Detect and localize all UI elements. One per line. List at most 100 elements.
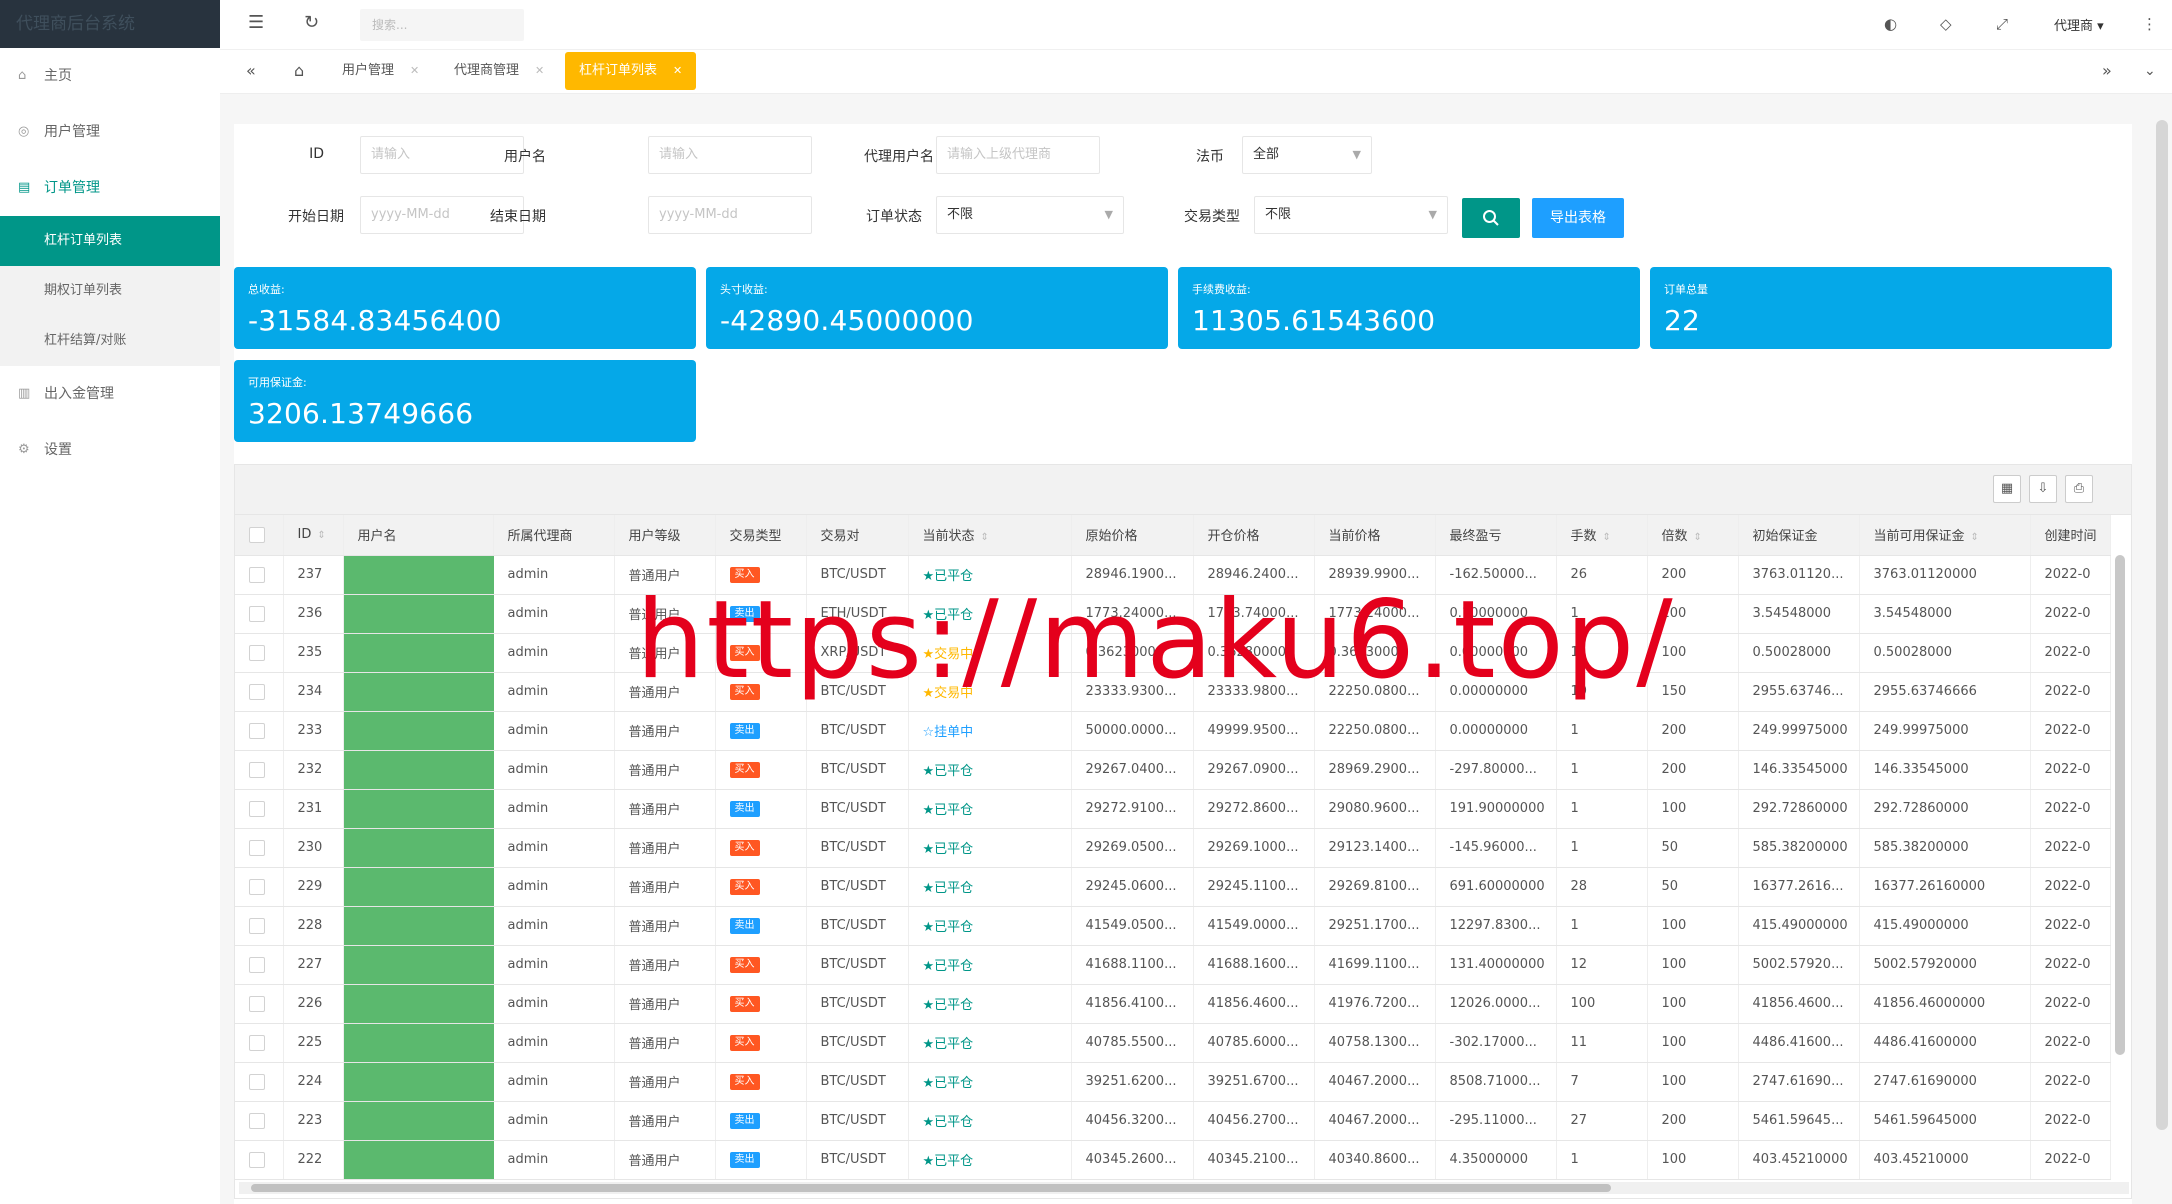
sidebar-subitem-leverage-orders[interactable]: 杠杆订单列表 [0, 216, 220, 266]
end-date-input[interactable]: yyyy-MM-dd [648, 196, 812, 234]
home-tab-icon[interactable]: ⌂ [294, 52, 304, 90]
table-row[interactable]: 232 admin 普通用户 买入 BTC/USDT ★已平仓 29267.0400... 2… [235, 750, 2111, 790]
sidebar-item-orders[interactable]: ▤ 订单管理 [0, 160, 220, 216]
sidebar-item-home[interactable]: ⌂ 主页 [0, 48, 220, 104]
table-row[interactable]: 222 admin 普通用户 卖出 BTC/USDT ★已平仓 40345.2600... 4… [235, 1140, 2111, 1180]
chevron-down-icon: ▼ [1428, 208, 1437, 221]
table-row[interactable]: 228 admin 普通用户 卖出 BTC/USDT ★已平仓 41549.0500... 4… [235, 906, 2111, 946]
agent-username-input[interactable]: 请输入上级代理商 [936, 136, 1100, 174]
row-checkbox[interactable] [249, 761, 265, 778]
table-row[interactable]: 233 admin 普通用户 卖出 BTC/USDT ☆挂单中 50000.0000... 4… [235, 711, 2111, 751]
table-horizontal-scrollbar[interactable] [239, 1182, 2129, 1194]
col-available-margin[interactable]: 当前可用保证金 ⇕ [1859, 515, 2031, 556]
row-checkbox[interactable] [249, 683, 265, 700]
col-lots[interactable]: 手数 ⇕ [1556, 515, 1648, 556]
order-status-select[interactable]: 不限 ▼ [936, 196, 1124, 234]
col-id[interactable]: ID ⇕ [283, 515, 344, 556]
sort-icon[interactable]: ⇕ [1694, 532, 1702, 543]
table-row[interactable]: 230 admin 普通用户 买入 BTC/USDT ★已平仓 29269.0500... 2… [235, 828, 2111, 868]
cell-init: 292.72860000 [1738, 789, 1860, 829]
print-icon[interactable]: ⎙ [2065, 475, 2093, 503]
agent-user-menu[interactable]: 代理商 ▾ [2054, 15, 2104, 34]
sidebar-item-users[interactable]: ◎ 用户管理 [0, 104, 220, 160]
sort-icon[interactable]: ⇕ [981, 532, 989, 543]
col-multiplier[interactable]: 倍数 ⇕ [1647, 515, 1739, 556]
close-icon[interactable]: ✕ [410, 64, 419, 77]
row-checkbox[interactable] [249, 722, 265, 739]
search-button[interactable] [1462, 198, 1520, 238]
sort-icon[interactable]: ⇕ [317, 530, 325, 541]
refresh-icon[interactable]: ↻ [304, 12, 319, 33]
table-row[interactable]: 224 admin 普通用户 买入 BTC/USDT ★已平仓 39251.6200... 3… [235, 1062, 2111, 1102]
sort-icon[interactable]: ⇕ [1603, 532, 1611, 543]
table-row[interactable]: 235 admin 普通用户 买入 XRP/USDT ★交易中 0.36230000 0.36… [235, 633, 2111, 673]
cell-level: 普通用户 [614, 906, 716, 946]
scrollbar-thumb[interactable] [251, 1184, 1611, 1192]
row-checkbox[interactable] [249, 644, 265, 661]
row-checkbox[interactable] [249, 878, 265, 895]
theme-icon[interactable]: ◐ [1884, 15, 1897, 33]
table-row[interactable]: 229 admin 普通用户 买入 BTC/USDT ★已平仓 29245.0600... 2… [235, 867, 2111, 907]
table-row[interactable]: 234 admin 普通用户 买入 BTC/USDT ★交易中 23333.9300... 2… [235, 672, 2111, 712]
cell-created: 2022-0 [2030, 1101, 2111, 1141]
trade-type-select[interactable]: 不限 ▼ [1254, 196, 1448, 234]
cell-orig: 29267.0400... [1071, 750, 1194, 790]
row-checkbox[interactable] [249, 1112, 265, 1129]
col-status[interactable]: 当前状态 ⇕ [908, 515, 1072, 556]
export-table-button[interactable]: 导出表格 [1532, 198, 1624, 238]
sidebar-item-settings[interactable]: ⚙ 设置 [0, 422, 220, 478]
stat-value: 22 [1664, 304, 1701, 337]
cell-pnl: -295.11000... [1435, 1101, 1557, 1141]
cell-init: 3.54548000 [1738, 594, 1860, 634]
row-checkbox[interactable] [249, 1151, 265, 1168]
table-row[interactable]: 237 admin 普通用户 买入 BTC/USDT ★已平仓 28946.1900... 2… [235, 555, 2111, 595]
export-icon[interactable]: ⇩ [2029, 475, 2057, 503]
tag-icon[interactable]: ◇ [1940, 15, 1952, 33]
more-vertical-icon[interactable]: ⋮ [2142, 15, 2157, 33]
tabs-scroll-right-icon[interactable]: » [2102, 52, 2112, 90]
row-checkbox[interactable] [249, 917, 265, 934]
tab-leverage-orders[interactable]: 杠杆订单列表 ✕ [565, 52, 697, 90]
table-row[interactable]: 236 admin 普通用户 卖出 ETH/USDT ★已平仓 1773.24000... 1… [235, 594, 2111, 634]
table-row[interactable]: 226 admin 普通用户 买入 BTC/USDT ★已平仓 41856.4100... 4… [235, 984, 2111, 1024]
currency-select[interactable]: 全部 ▼ [1242, 136, 1372, 174]
cell-pair: BTC/USDT [806, 945, 909, 985]
row-checkbox[interactable] [249, 956, 265, 973]
columns-filter-icon[interactable]: ▦ [1993, 475, 2021, 503]
fullscreen-icon[interactable]: ⤢ [1996, 15, 2008, 33]
sidebar-subitem-leverage-settlement[interactable]: 杠杆结算/对账 [0, 316, 220, 366]
tabs-scroll-left-icon[interactable]: « [246, 52, 256, 90]
sidebar-item-funds[interactable]: ▥ 出入金管理 [0, 366, 220, 422]
cell-avail: 5461.59645000 [1859, 1101, 2031, 1141]
table-row[interactable]: 227 admin 普通用户 买入 BTC/USDT ★已平仓 41688.1100... 4… [235, 945, 2111, 985]
close-icon[interactable]: ✕ [673, 64, 682, 77]
table-vertical-scrollbar[interactable] [2115, 555, 2125, 1055]
menu-toggle-icon[interactable]: ☰ [248, 12, 264, 33]
page-vertical-scrollbar[interactable] [2156, 120, 2168, 1130]
cell-type: 卖出 [715, 711, 807, 751]
row-checkbox[interactable] [249, 1073, 265, 1090]
username-input[interactable]: 请输入 [648, 136, 812, 174]
row-checkbox[interactable] [249, 800, 265, 817]
top-search-input[interactable]: 搜索... [360, 9, 524, 41]
table-row[interactable]: 223 admin 普通用户 卖出 BTC/USDT ★已平仓 40456.3200... 4… [235, 1101, 2111, 1141]
cell-init: 16377.2616... [1738, 867, 1860, 907]
row-checkbox[interactable] [249, 566, 265, 583]
cell-username [343, 1140, 494, 1180]
tabs-menu-chevron-icon[interactable]: ⌄ [2144, 52, 2156, 90]
row-checkbox[interactable] [249, 1034, 265, 1051]
select-all-checkbox[interactable] [249, 526, 265, 543]
tab-user-management[interactable]: 用户管理 ✕ [342, 52, 419, 90]
table-row[interactable]: 225 admin 普通用户 买入 BTC/USDT ★已平仓 40785.5500... 4… [235, 1023, 2111, 1063]
cell-agent: admin [493, 1140, 615, 1180]
row-checkbox[interactable] [249, 605, 265, 622]
sidebar-subitem-option-orders[interactable]: 期权订单列表 [0, 266, 220, 316]
row-checkbox[interactable] [249, 839, 265, 856]
table-row[interactable]: 231 admin 普通用户 卖出 BTC/USDT ★已平仓 29272.9100... 2… [235, 789, 2111, 829]
tab-agent-management[interactable]: 代理商管理 ✕ [454, 52, 544, 90]
sort-icon[interactable]: ⇕ [1971, 532, 1979, 543]
row-checkbox[interactable] [249, 995, 265, 1012]
close-icon[interactable]: ✕ [535, 64, 544, 77]
cell-mult: 100 [1647, 633, 1739, 673]
cell-username [343, 1101, 494, 1141]
